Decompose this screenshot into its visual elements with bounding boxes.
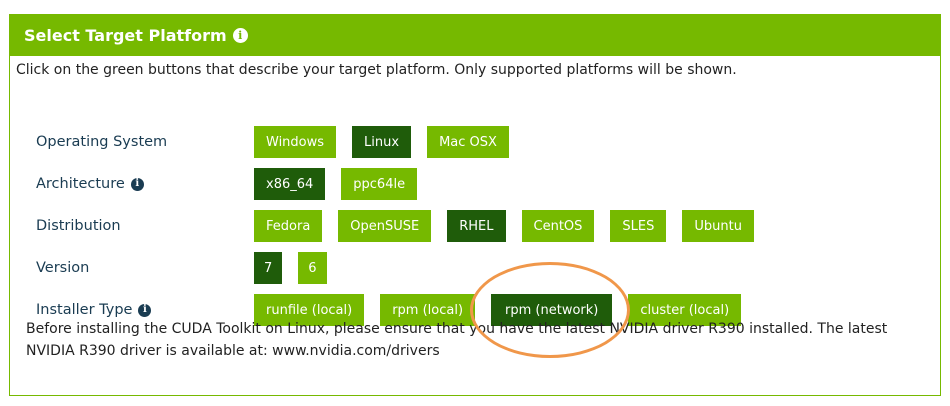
intro-text: Click on the green buttons that describe… (16, 62, 737, 78)
row-label: Architecture i (36, 176, 254, 192)
option-windows-button[interactable]: Windows (254, 126, 337, 158)
row-label-text: Architecture (36, 176, 125, 192)
info-icon[interactable]: i (232, 28, 248, 43)
option-opensuse-button[interactable]: OpenSUSE (338, 210, 432, 242)
option-ubuntu-button[interactable]: Ubuntu (682, 210, 754, 242)
option-rhel-button[interactable]: RHEL (447, 210, 506, 242)
panel-title: Select Target Platform (24, 26, 227, 45)
row-label-text: Version (36, 260, 90, 276)
row-label: Installer Type i (36, 302, 254, 318)
option-version-7-button[interactable]: 7 (254, 252, 283, 284)
row-label-text: Operating System (36, 134, 168, 150)
option-ppc64le-button[interactable]: ppc64le (341, 168, 418, 200)
info-icon[interactable]: i (130, 177, 144, 191)
row-architecture: Architecture i x86_64 ppc64le (36, 168, 433, 200)
option-mac-osx-button[interactable]: Mac OSX (427, 126, 509, 158)
row-label: Version (36, 260, 254, 276)
row-label-text: Installer Type (36, 302, 133, 318)
row-label: Operating System (36, 134, 254, 150)
row-label: Distribution (36, 218, 254, 234)
row-label-text: Distribution (36, 218, 121, 234)
install-note: Before installing the CUDA Toolkit on Li… (26, 321, 888, 359)
option-x86-64-button[interactable]: x86_64 (254, 168, 326, 200)
option-linux-button[interactable]: Linux (352, 126, 412, 158)
panel-header: Select Target Platform i (10, 15, 940, 56)
row-operating-system: Operating System Windows Linux Mac OSX (36, 126, 525, 158)
row-distribution: Distribution Fedora OpenSUSE RHEL CentOS… (36, 210, 770, 242)
option-version-6-button[interactable]: 6 (298, 252, 327, 284)
option-centos-button[interactable]: CentOS (521, 210, 595, 242)
option-fedora-button[interactable]: Fedora (254, 210, 323, 242)
row-version: Version 7 6 (36, 252, 343, 284)
option-sles-button[interactable]: SLES (610, 210, 667, 242)
info-icon[interactable]: i (138, 303, 152, 317)
